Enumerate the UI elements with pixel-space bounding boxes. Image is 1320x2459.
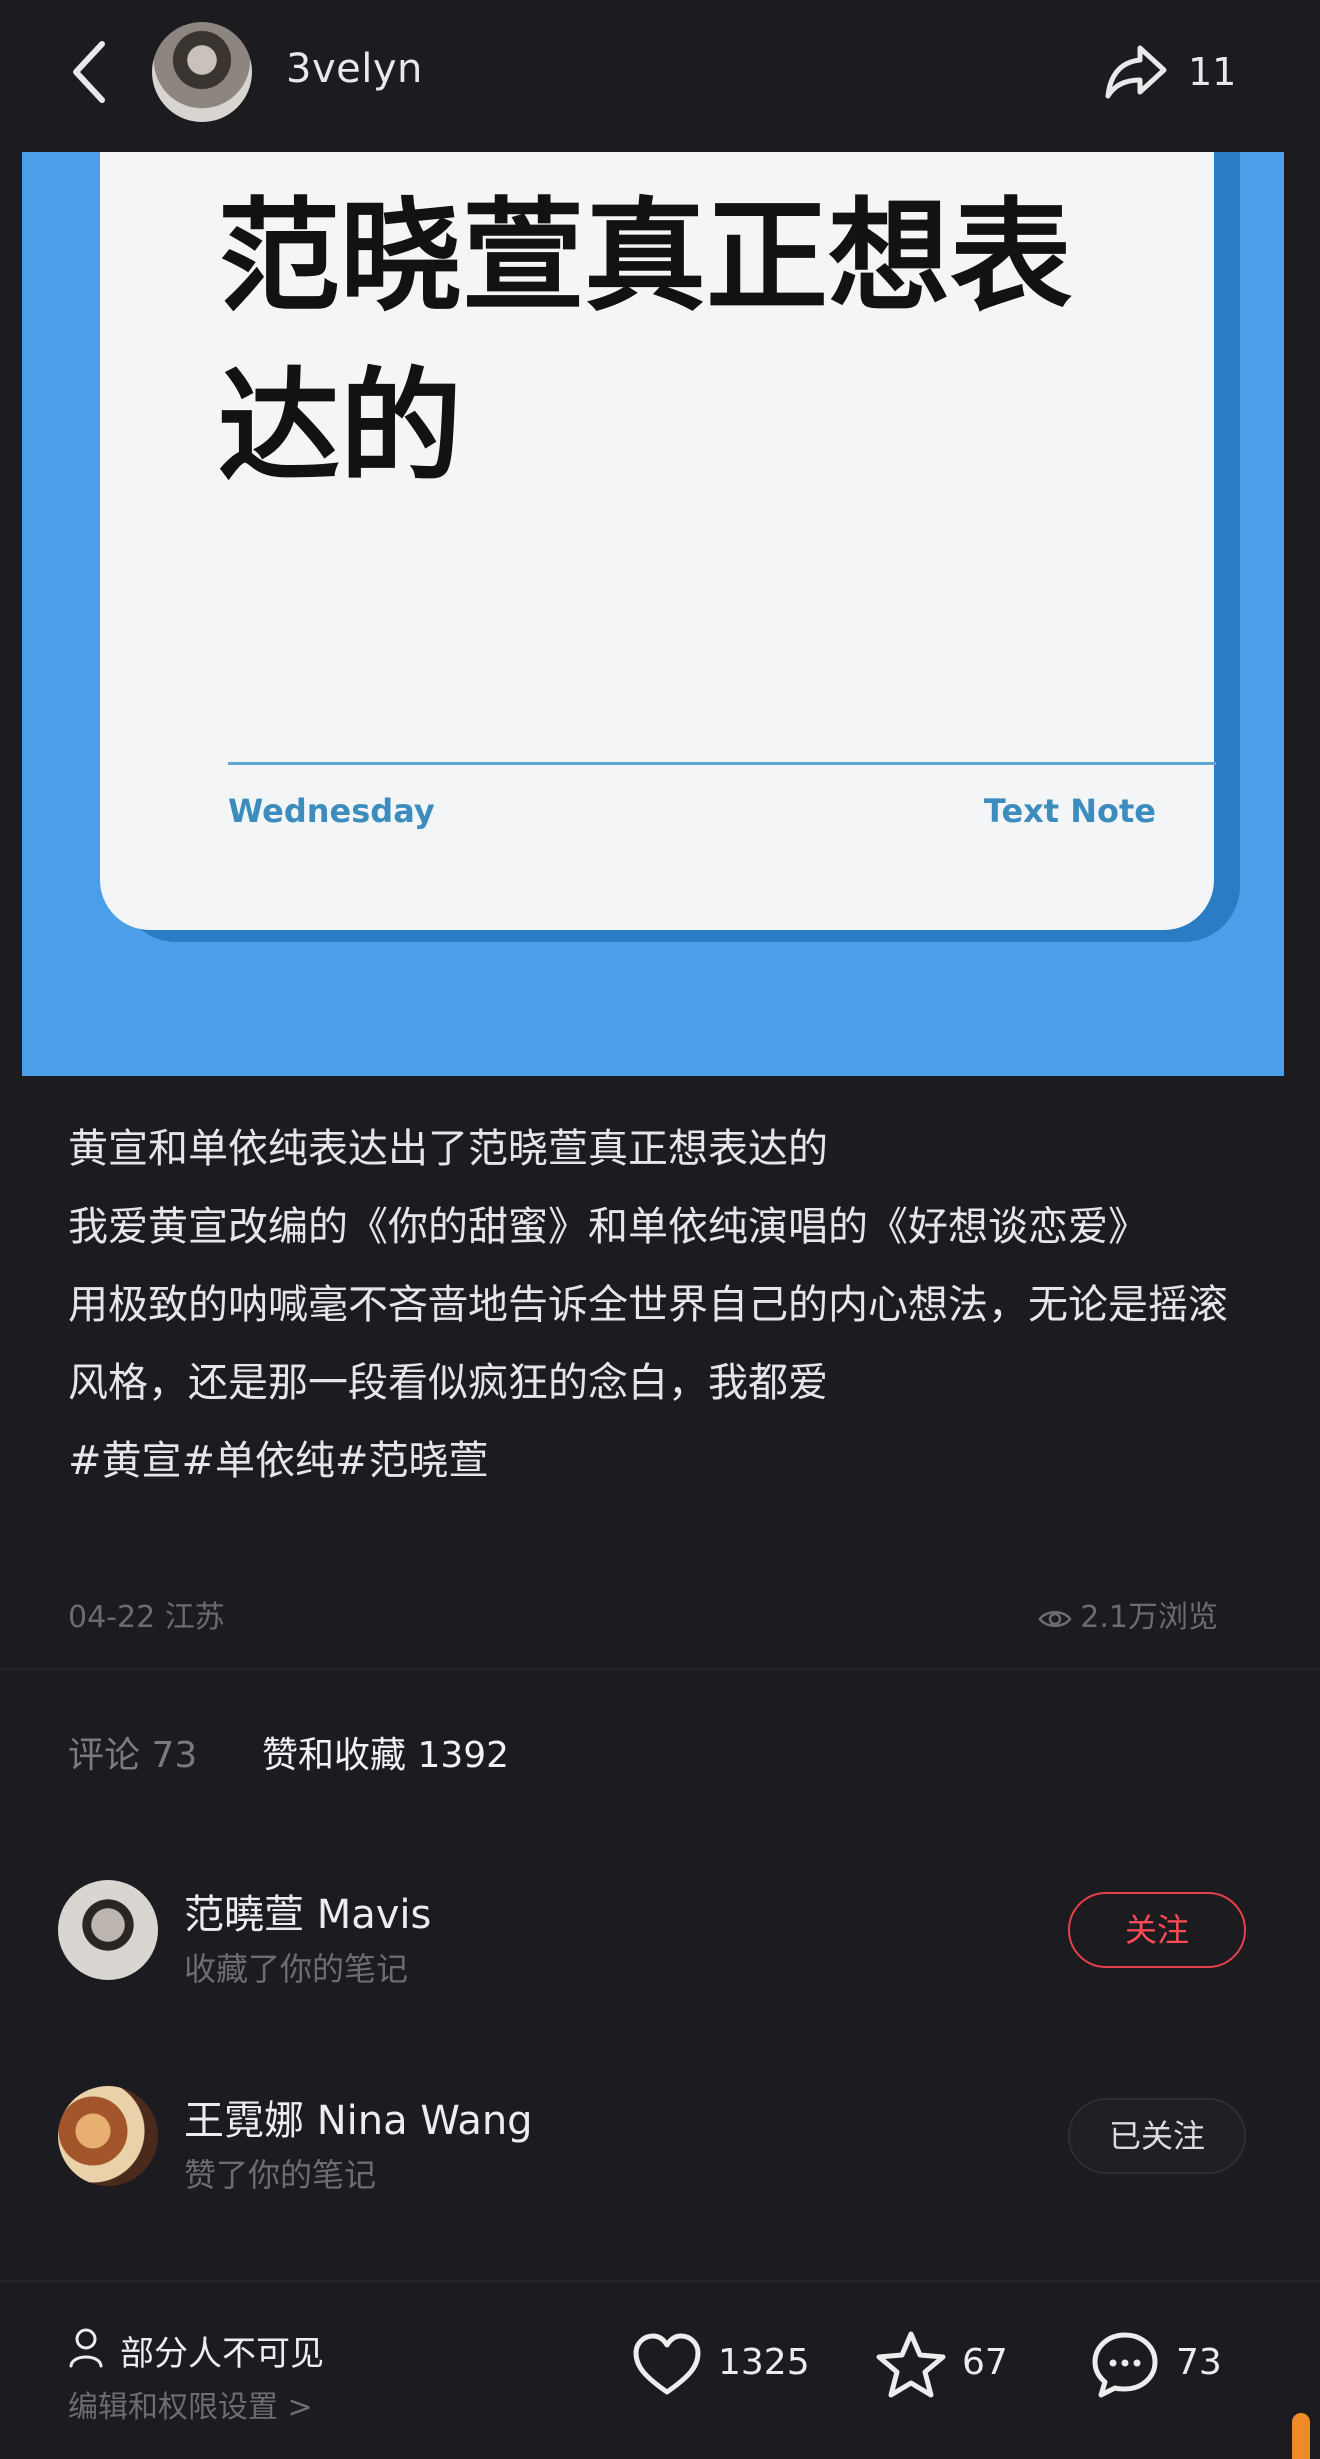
post-text-line: 黄宣和单依纯表达出了范晓萱真正想表达的	[68, 1126, 828, 1172]
activity-row[interactable]: 王霓娜 Nina Wang 赞了你的笔记 已关注	[0, 2066, 1320, 2216]
note-card: 范晓萱真正想表达的 Wednesday Text Note	[100, 152, 1216, 930]
scroll-indicator	[1292, 2413, 1310, 2459]
activity-description: 收藏了你的笔记	[184, 1950, 409, 1988]
note-card-app-name: Text Note	[983, 792, 1156, 830]
heart-icon[interactable]	[630, 2328, 704, 2402]
activity-description: 赞了你的笔记	[184, 2156, 377, 2194]
post-image[interactable]: 范晓萱真正想表达的 Wednesday Text Note	[22, 152, 1284, 1076]
share-count: 11	[1188, 50, 1237, 94]
likes-count: 1325	[718, 2342, 810, 2383]
permission-settings-link[interactable]: 编辑和权限设置 >	[68, 2382, 313, 2426]
post-text-line: 用极致的呐喊毫不吝啬地告诉全世界自己的内心想法，无论是摇滚风格，还是那一段看似疯…	[68, 1282, 1228, 1406]
collects-count: 67	[962, 2342, 1008, 2383]
post-text-line: 我爱黄宣改编的《你的甜蜜》和单依纯演唱的《好想谈恋爱》	[68, 1204, 1148, 1250]
tab-likes-collects[interactable]: 赞和收藏 1392	[262, 1726, 509, 1778]
follow-button[interactable]: 关注	[1068, 1892, 1246, 1968]
top-nav-bar: 3velyn 11	[0, 0, 1320, 150]
note-card-divider	[228, 762, 1216, 765]
post-views: 2.1万浏览	[1038, 1592, 1218, 1636]
views-count: 2.1万浏览	[1080, 1600, 1218, 1635]
privacy-status[interactable]: 部分人不可见	[120, 2326, 324, 2375]
tab-comments[interactable]: 评论 73	[68, 1726, 197, 1778]
comments-count: 73	[1176, 2342, 1222, 2383]
user-name[interactable]: 范曉萱 Mavis	[184, 1882, 431, 1940]
note-card-day: Wednesday	[228, 792, 435, 830]
post-body: 黄宣和单依纯表达出了范晓萱真正想表达的 我爱黄宣改编的《你的甜蜜》和单依纯演唱的…	[68, 1110, 1228, 1500]
user-name[interactable]: 王霓娜 Nina Wang	[184, 2088, 533, 2146]
user-avatar[interactable]	[58, 1880, 158, 1980]
author-avatar[interactable]	[152, 22, 252, 122]
post-hashtags[interactable]: #黄宣#单依纯#范晓萱	[68, 1422, 1228, 1500]
comment-icon[interactable]	[1088, 2328, 1162, 2402]
share-icon[interactable]	[1102, 36, 1172, 106]
eye-icon	[1038, 1610, 1072, 1627]
star-icon[interactable]	[874, 2328, 948, 2402]
section-divider	[0, 1668, 1320, 1670]
note-card-title: 范晓萱真正想表达的	[218, 186, 1072, 498]
activity-row[interactable]: 范曉萱 Mavis 收藏了你的笔记 关注	[0, 1860, 1320, 2010]
user-avatar[interactable]	[58, 2086, 158, 2186]
back-icon[interactable]	[62, 36, 122, 108]
following-button[interactable]: 已关注	[1068, 2098, 1246, 2174]
bottom-action-bar: 部分人不可见 编辑和权限设置 > 1325 67 73	[0, 2280, 1320, 2459]
author-username[interactable]: 3velyn	[286, 46, 423, 92]
person-icon	[69, 2328, 103, 2368]
post-date-location: 04-22 江苏	[68, 1600, 225, 1635]
